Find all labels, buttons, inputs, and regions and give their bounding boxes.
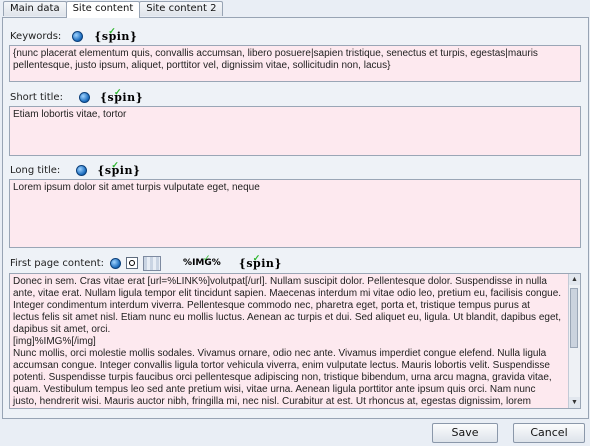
globe-icon[interactable] xyxy=(78,91,90,103)
long-title-label: Long title: xyxy=(10,164,61,176)
short-title-label-row: Short title: {spin} ✓ xyxy=(10,87,143,105)
spin-button[interactable]: {spin} ✓ xyxy=(94,26,137,43)
keywords-label-row: Keywords: {spin} ✓ xyxy=(10,26,138,44)
save-button[interactable]: Save xyxy=(432,423,498,443)
check-icon: ✓ xyxy=(111,160,120,171)
keywords-label: Keywords: xyxy=(10,30,62,42)
keywords-input[interactable]: {nunc placerat elementum quis, convallis… xyxy=(9,45,581,82)
short-title-input[interactable]: Etiam lobortis vitae, tortor xyxy=(9,106,581,156)
first-page-label-row: First page content: %IMG% ✓ {spin} ✓ xyxy=(10,253,282,271)
content-line: ante, vitae erat. Nullam ligula tempor e… xyxy=(13,288,562,299)
img-insert-button[interactable]: %IMG% ✓ xyxy=(183,254,221,268)
check-icon: ✓ xyxy=(113,87,122,98)
tab-main-data[interactable]: Main data xyxy=(3,1,67,16)
content-line: accumsan congue. Integer convallis ligul… xyxy=(13,360,550,371)
short-title-label: Short title: xyxy=(10,91,63,103)
vertical-scrollbar[interactable]: ▲ ▼ xyxy=(568,274,580,408)
globe-icon[interactable] xyxy=(110,257,122,269)
content-line: justo, hendrerit wisi. Mauris auctor nib… xyxy=(13,396,531,407)
scroll-up-icon[interactable]: ▲ xyxy=(569,274,580,285)
long-title-input[interactable]: Lorem ipsum dolor sit amet turpis vulput… xyxy=(9,179,581,248)
scroll-down-icon[interactable]: ▼ xyxy=(569,397,580,408)
globe-icon[interactable] xyxy=(72,30,84,42)
check-icon: ✓ xyxy=(252,253,261,264)
content-line: potenti. Suspendisse turpis faucibus orc… xyxy=(13,372,552,383)
spin-button[interactable]: {spin} ✓ xyxy=(97,160,140,177)
scroll-thumb[interactable] xyxy=(570,288,578,348)
globe-icon[interactable] xyxy=(76,164,88,176)
spin-button[interactable]: {spin} ✓ xyxy=(100,87,143,104)
spin-button[interactable]: {spin} ✓ xyxy=(239,253,282,270)
content-line: [img]%IMG%[/img] xyxy=(13,336,96,347)
long-title-label-row: Long title: {spin} ✓ xyxy=(10,160,141,178)
check-icon: ✓ xyxy=(108,26,117,37)
content-line: dapibus sit amet, orci. xyxy=(13,324,111,335)
first-page-content-label: First page content: xyxy=(10,257,105,269)
tab-site-content[interactable]: Site content xyxy=(65,1,141,18)
cancel-button[interactable]: Cancel xyxy=(513,423,585,443)
zoom-icon[interactable] xyxy=(126,257,139,269)
content-line: quam. Vestibulum tempus leo sed ante pre… xyxy=(13,384,536,395)
first-page-content-textarea[interactable]: Donec in sem. Cras vitae erat [url=%LINK… xyxy=(9,273,581,409)
content-line: Donec in sem. Cras vitae erat [url=%LINK… xyxy=(13,276,547,287)
content-line: lectus felis sit amet nisl. Etiam nunc e… xyxy=(13,312,562,323)
tab-bar: Main data Site content Site content 2 xyxy=(3,1,224,18)
table-icon[interactable] xyxy=(143,255,162,271)
check-icon: ✓ xyxy=(203,254,211,264)
content-line: Nunc mollis, orci molestie mollis sodale… xyxy=(13,348,547,359)
tab-site-content-2[interactable]: Site content 2 xyxy=(139,1,224,16)
content-line: Integer condimentum interdum viverra. Pe… xyxy=(13,300,530,311)
